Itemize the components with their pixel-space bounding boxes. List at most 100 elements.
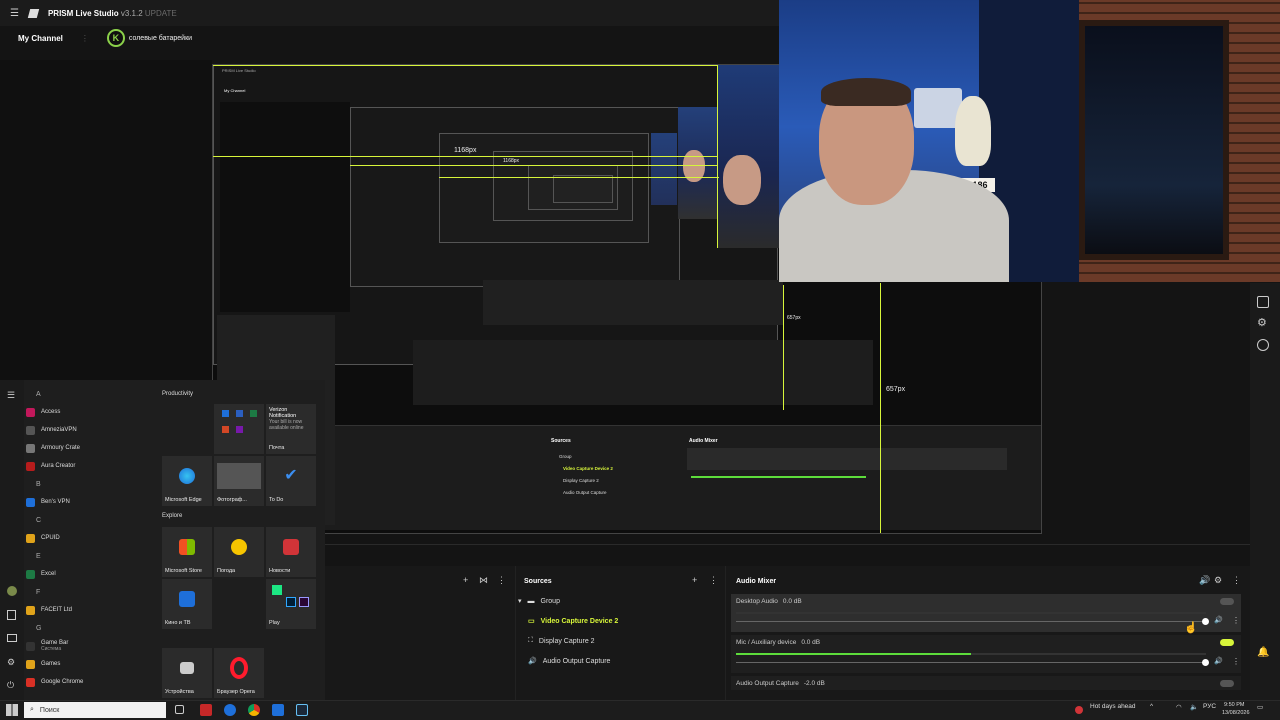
expand-chevron-icon[interactable]: ▾	[518, 597, 522, 605]
app-list-item[interactable]: Game Bar Система	[26, 637, 156, 655]
store-tile[interactable]: Microsoft Store	[162, 527, 212, 577]
track-menu-icon[interactable]: ⋮	[1232, 657, 1240, 666]
app-list-item[interactable]: Ben's VPN	[26, 493, 156, 511]
play-tile[interactable]: Play	[266, 579, 316, 629]
app-list-item[interactable]: CPUID	[26, 529, 156, 547]
language-indicator[interactable]: РУС	[1203, 703, 1216, 710]
mixer-settings-icon[interactable]: ⚙	[1214, 575, 1222, 586]
opera-tile[interactable]: Браузер Opera	[214, 648, 264, 698]
source-item[interactable]: 🔊 Audio Output Capture	[528, 657, 610, 666]
news-tile[interactable]: Новости	[266, 527, 316, 577]
channel-selector[interactable]: K солевые батарейки	[106, 29, 192, 47]
sources-menu-icon[interactable]: ⋮	[709, 575, 718, 586]
mixer-toggle[interactable]	[1220, 598, 1234, 605]
notification-icon[interactable]: ▭	[1257, 703, 1263, 711]
devices-tile[interactable]: Устройства	[162, 648, 212, 698]
clock-time[interactable]: 9:50 PM	[1224, 702, 1244, 708]
volume-tray-icon[interactable]: 🔈	[1190, 703, 1198, 711]
app-list-item[interactable]: Access	[26, 403, 156, 421]
app-list-item[interactable]: AmneziaVPN	[26, 421, 156, 439]
add-scene-icon[interactable]: +	[463, 575, 468, 585]
guide-line-h4	[213, 65, 718, 66]
movies-tile[interactable]: Кино и ТВ	[162, 579, 212, 629]
scene-filter-icon[interactable]: ⋈	[479, 575, 488, 586]
nested-height-label: 657px	[787, 315, 801, 321]
weather-widget-text[interactable]: Hot days ahead	[1090, 703, 1136, 710]
app-letter-header[interactable]: A	[26, 385, 156, 403]
track-menu-icon[interactable]: ⋮	[1232, 616, 1240, 625]
photos-tile[interactable]: Фотограф...	[214, 456, 264, 506]
source-item[interactable]: ▾ ▬ Group	[518, 597, 560, 606]
chrome-taskbar-icon[interactable]	[248, 704, 260, 716]
windows-start-icon[interactable]	[6, 704, 18, 716]
aura-icon[interactable]	[200, 704, 212, 716]
mixer-menu-icon[interactable]: ⋮	[1232, 575, 1241, 586]
app-letter-header[interactable]: E	[26, 547, 156, 565]
info-icon[interactable]	[1257, 296, 1269, 308]
documents-icon[interactable]	[7, 610, 16, 620]
scene-menu-icon[interactable]: ⋮	[497, 575, 506, 586]
channel-menu-icon[interactable]: ⋮	[81, 34, 89, 43]
pictures-icon[interactable]	[7, 634, 17, 642]
mixer-volume-icon[interactable]: 🔊	[1199, 575, 1210, 586]
mixer-meter-level	[736, 653, 971, 655]
source-item[interactable]: ⛶ Display Capture 2	[528, 637, 595, 645]
my-channel-label[interactable]: My Channel	[18, 34, 63, 43]
weather-tile[interactable]: Погода	[214, 527, 264, 577]
mute-icon[interactable]: 🔊	[1214, 657, 1223, 665]
app-list-item[interactable]: Excel	[26, 565, 156, 583]
update-link[interactable]: UPDATE	[145, 9, 177, 18]
notification-bell-icon[interactable]: 🔔	[1257, 647, 1269, 658]
edge-icon	[179, 468, 195, 484]
mixer-volume-slider[interactable]	[736, 662, 1206, 663]
display-icon: ⛶	[528, 637, 533, 644]
taskbar-search[interactable]: ⌕ Поиск	[24, 702, 166, 718]
weather-sun-icon	[231, 539, 247, 555]
app-letter-header[interactable]: B	[26, 475, 156, 493]
app-icon	[26, 677, 35, 687]
dock-divider	[325, 544, 1250, 545]
app-icon	[26, 641, 35, 651]
verizon-tile[interactable]: Verizon Notification Your bill is now av…	[266, 404, 316, 454]
source-label: Video Capture Device 2	[540, 617, 619, 625]
mute-icon[interactable]: 🔊	[1214, 616, 1223, 624]
add-source-icon[interactable]: +	[692, 575, 697, 585]
nested-panels-1: Sources Audio Mixer Group Video Capture …	[321, 425, 1041, 530]
office-tile[interactable]	[214, 404, 264, 454]
app-list-item[interactable]: FACEIT Ltd	[26, 601, 156, 619]
app-letter-header[interactable]: C	[26, 511, 156, 529]
slider-knob[interactable]	[1202, 659, 1209, 666]
hulu-icon	[272, 585, 282, 595]
more-options-icon[interactable]	[1257, 339, 1269, 351]
source-item[interactable]: ▭ Video Capture Device 2	[528, 617, 619, 626]
mixer-toggle[interactable]	[1220, 639, 1234, 646]
app-list-item[interactable]: Aura Creator	[26, 457, 156, 475]
mixer-volume-slider[interactable]	[736, 621, 1206, 622]
bens-vpn-taskbar-icon[interactable]	[272, 704, 284, 716]
app-list-item[interactable]: Google Chrome	[26, 673, 156, 691]
user-avatar-icon[interactable]	[7, 586, 17, 596]
settings-icon[interactable]: ⚙	[7, 657, 15, 668]
app-letter-header[interactable]: G	[26, 619, 156, 637]
steam-taskbar-icon[interactable]	[296, 704, 308, 716]
todo-tile[interactable]: ✔ To Do	[266, 456, 316, 506]
mixer-toggle[interactable]	[1220, 680, 1234, 687]
app-letter-header[interactable]: F	[26, 583, 156, 601]
network-icon[interactable]: ◠	[1176, 703, 1182, 711]
app-label: Ben's VPN	[41, 499, 70, 505]
task-view-icon[interactable]	[175, 705, 184, 714]
app-list-item[interactable]: Games	[26, 655, 156, 673]
app-name: PRISM Live Studio	[47, 8, 119, 18]
clock-date[interactable]: 13/08/2026	[1222, 710, 1250, 716]
tray-chevron-icon[interactable]: ^	[1150, 703, 1153, 710]
slider-knob[interactable]	[1202, 618, 1209, 625]
power-icon[interactable]: ⏻	[7, 680, 14, 691]
edge-taskbar-icon[interactable]	[224, 704, 236, 716]
hamburger-menu-icon[interactable]: ☰	[10, 8, 19, 19]
search-icon: ⌕	[30, 706, 34, 713]
edge-tile[interactable]: Microsoft Edge	[162, 456, 212, 506]
app-icon	[26, 533, 35, 543]
hamburger-icon[interactable]: ☰	[7, 390, 15, 401]
settings-gear-icon[interactable]: ⚙	[1257, 316, 1267, 329]
app-list-item[interactable]: Armoury Crate	[26, 439, 156, 457]
